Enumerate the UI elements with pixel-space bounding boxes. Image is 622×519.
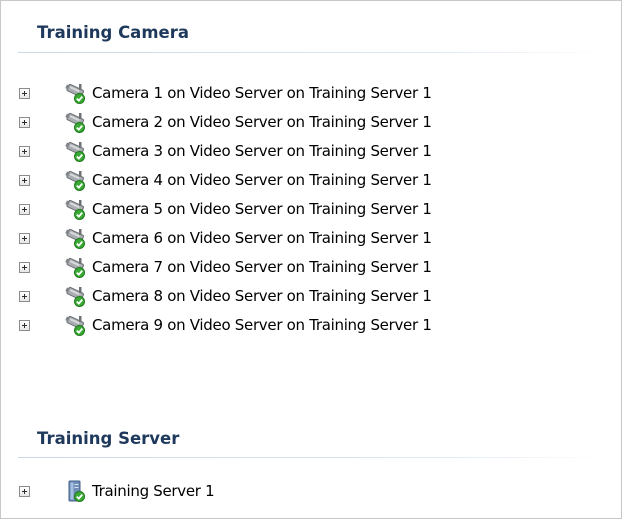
camera-ok-icon [65, 257, 85, 278]
tree-item-label: Camera 4 on Video Server on Training Ser… [92, 171, 432, 189]
tree-item-camera-5[interactable]: Camera 5 on Video Server on Training Ser… [1, 195, 601, 223]
tree-item-label: Camera 2 on Video Server on Training Ser… [92, 113, 432, 131]
camera-ok-icon [65, 315, 85, 336]
tree-item-camera-2[interactable]: Camera 2 on Video Server on Training Ser… [1, 108, 601, 136]
expand-plus-icon[interactable] [19, 290, 30, 302]
camera-ok-icon [65, 199, 85, 220]
expand-plus-icon[interactable] [19, 261, 30, 273]
tree-item-label: Camera 6 on Video Server on Training Ser… [92, 229, 432, 247]
camera-ok-icon [65, 228, 85, 249]
server-ok-icon [68, 480, 85, 502]
expand-plus-icon[interactable] [19, 116, 30, 128]
device-tree-panel: Training Camera Camera 1 on Video Server… [0, 0, 622, 519]
tree-item-camera-7[interactable]: Camera 7 on Video Server on Training Ser… [1, 253, 601, 281]
expand-plus-icon[interactable] [19, 203, 30, 215]
tree-item-label: Camera 8 on Video Server on Training Ser… [92, 287, 432, 305]
tree-item-label: Camera 3 on Video Server on Training Ser… [92, 142, 432, 160]
group-divider [18, 52, 608, 53]
group-divider [18, 457, 608, 458]
tree-item-label: Training Server 1 [92, 482, 215, 500]
camera-ok-icon [65, 112, 85, 133]
expand-plus-icon[interactable] [19, 232, 30, 244]
tree-item-label: Camera 1 on Video Server on Training Ser… [92, 84, 432, 102]
camera-ok-icon [65, 170, 85, 191]
tree-item-label: Camera 9 on Video Server on Training Ser… [92, 316, 432, 334]
tree-item-camera-3[interactable]: Camera 3 on Video Server on Training Ser… [1, 137, 601, 165]
expand-plus-icon[interactable] [19, 145, 30, 157]
camera-ok-icon [65, 83, 85, 104]
camera-ok-icon [65, 286, 85, 307]
tree-item-label: Camera 5 on Video Server on Training Ser… [92, 200, 432, 218]
tree-item-camera-1[interactable]: Camera 1 on Video Server on Training Ser… [1, 79, 601, 107]
expand-plus-icon[interactable] [19, 319, 30, 331]
tree-item-camera-9[interactable]: Camera 9 on Video Server on Training Ser… [1, 311, 601, 339]
group-header-training-camera: Training Camera [37, 23, 189, 42]
tree-item-training-server-1[interactable]: Training Server 1 [1, 477, 601, 505]
group-header-training-server: Training Server [37, 429, 180, 448]
camera-ok-icon [65, 141, 85, 162]
tree-item-label: Camera 7 on Video Server on Training Ser… [92, 258, 432, 276]
tree-item-camera-8[interactable]: Camera 8 on Video Server on Training Ser… [1, 282, 601, 310]
tree-item-camera-6[interactable]: Camera 6 on Video Server on Training Ser… [1, 224, 601, 252]
expand-plus-icon[interactable] [19, 485, 30, 497]
expand-plus-icon[interactable] [19, 174, 30, 186]
expand-plus-icon[interactable] [19, 87, 30, 99]
tree-item-camera-4[interactable]: Camera 4 on Video Server on Training Ser… [1, 166, 601, 194]
